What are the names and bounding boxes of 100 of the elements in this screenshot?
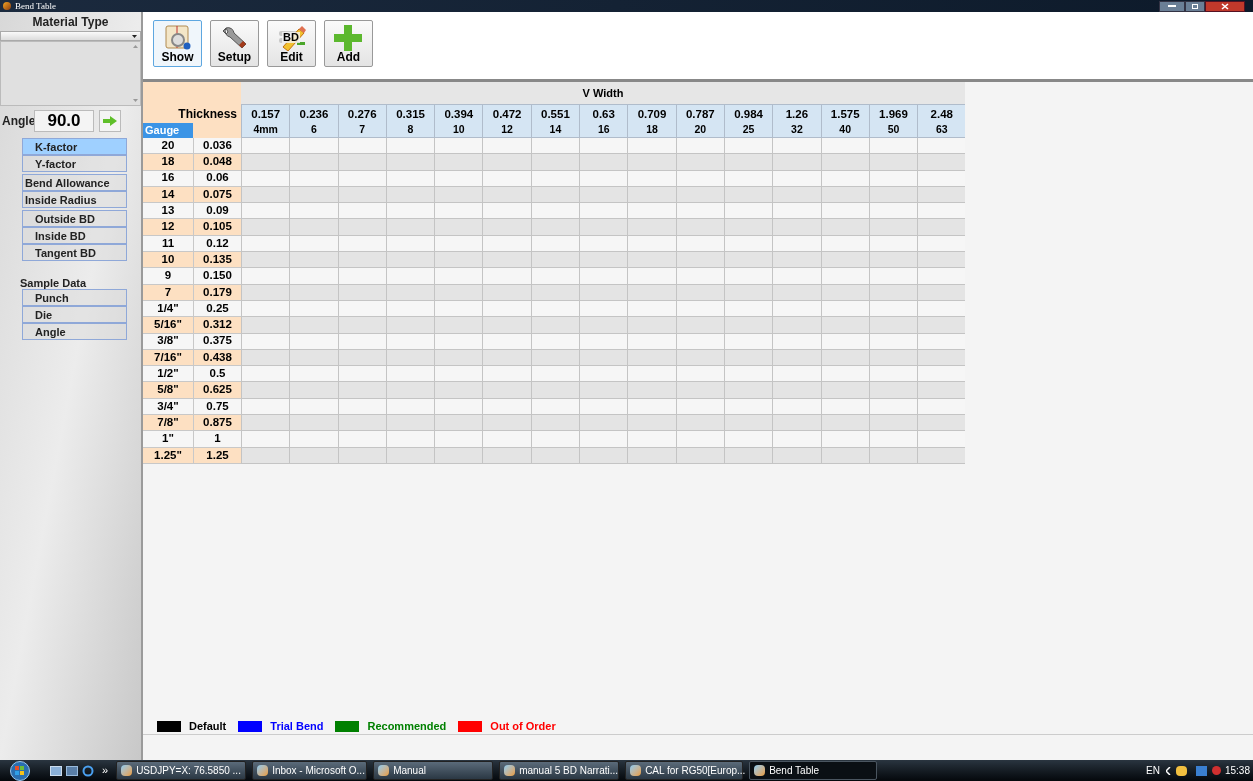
column-header: 63: [917, 123, 966, 138]
column-header: 1.575: [820, 104, 869, 123]
toolbar-button[interactable]: Setup: [210, 20, 259, 67]
thickness-cell: 0.625: [193, 382, 241, 399]
angle-field[interactable]: 90.0: [34, 110, 94, 132]
table-cell: [868, 268, 918, 285]
table-cell: [820, 252, 869, 269]
toolbar-button[interactable]: Add: [324, 20, 373, 67]
table-cell: [627, 138, 676, 155]
taskbar-button[interactable]: manual 5 BD Narrati...: [499, 761, 620, 780]
toolbar-button[interactable]: BD Edit: [267, 20, 316, 67]
table-cell: [627, 382, 676, 399]
table-cell: [434, 317, 483, 334]
table-cell: [723, 138, 773, 155]
gauge-cell: 5/16": [143, 317, 193, 334]
table-cell: [772, 382, 821, 399]
taskbar-button[interactable]: CAL for RG50[Europ...: [625, 761, 744, 780]
table-cell: [482, 382, 531, 399]
taskbar-button[interactable]: USDJPY=X: 76.5850 ...: [116, 761, 247, 780]
table-cell: [772, 317, 821, 334]
desktop-icon[interactable]: [50, 765, 62, 776]
table-cell: [289, 268, 338, 285]
volume-icon[interactable]: [1211, 766, 1221, 775]
language-indicator[interactable]: EN: [1146, 763, 1160, 778]
sidebar-button[interactable]: K-factor: [22, 138, 127, 155]
maximize-icon[interactable]: [1185, 0, 1205, 12]
table-cell: [530, 366, 580, 383]
sidebar-button[interactable]: Die: [22, 306, 127, 323]
network-icon[interactable]: [1195, 765, 1207, 776]
sidebar-button[interactable]: Outside BD: [22, 210, 127, 227]
table-cell: [337, 415, 386, 432]
table-cell: [820, 431, 869, 448]
chevron-left-icon[interactable]: [1165, 766, 1171, 775]
table-cell: [241, 203, 290, 220]
sidebar-button[interactable]: Inside BD: [22, 227, 127, 244]
column-header: 0.236: [289, 104, 338, 123]
table-cell: [579, 219, 628, 236]
sidebar-button[interactable]: Bend Allowance: [22, 174, 127, 191]
window-switch-icon[interactable]: [66, 765, 78, 776]
thickness-cell: 1: [193, 431, 241, 448]
material-type-label: Material Type: [31, 14, 110, 30]
sidebar-button[interactable]: Angle: [22, 323, 127, 340]
table-cell: [675, 366, 724, 383]
thickness-cell: 0.5: [193, 366, 241, 383]
table-cell: [820, 138, 869, 155]
table-cell: [530, 268, 580, 285]
table-cell: [723, 317, 773, 334]
app-icon: [121, 765, 133, 776]
app-icon: [504, 765, 516, 776]
table-cell: [675, 415, 724, 432]
taskbar-button[interactable]: Manual: [373, 761, 494, 780]
sidebar-button[interactable]: Inside Radius: [22, 191, 127, 208]
browser-icon[interactable]: [82, 764, 94, 777]
gauge-cell: 9: [143, 268, 193, 285]
book-magnifier-icon: [163, 25, 193, 51]
overflow-chevron[interactable]: »: [98, 762, 113, 779]
table-cell: [868, 203, 918, 220]
table-cell: [337, 268, 386, 285]
close-icon[interactable]: [1205, 0, 1245, 12]
table-cell: [675, 382, 724, 399]
table-cell: [337, 138, 386, 155]
table-cell: [579, 138, 628, 155]
column-header: 32: [772, 123, 821, 138]
table-cell: [289, 366, 338, 383]
header-cell: [193, 123, 241, 138]
taskbar-button[interactable]: Inbox - Microsoft O...: [252, 761, 368, 780]
sidebar-button[interactable]: Punch: [22, 289, 127, 306]
column-header: Gauge: [143, 123, 193, 138]
sidebar-button[interactable]: Tangent BD: [22, 244, 127, 261]
sidebar-button[interactable]: Y-factor: [22, 155, 127, 172]
table-cell: [337, 431, 386, 448]
thickness-cell: 0.09: [193, 203, 241, 220]
minimize-icon[interactable]: [1159, 0, 1185, 12]
table-cell: [241, 138, 290, 155]
table-cell: [530, 415, 580, 432]
thickness-cell: 0.105: [193, 219, 241, 236]
table-cell: [530, 203, 580, 220]
table-cell: [723, 252, 773, 269]
column-header: 18: [627, 123, 676, 138]
table-cell: [868, 252, 918, 269]
column-header: 8: [385, 123, 435, 138]
column-header: 50: [868, 123, 918, 138]
dropdown-arrow-icon: [132, 34, 137, 38]
table-cell: [772, 431, 821, 448]
taskbar-button[interactable]: Bend Table: [749, 761, 878, 780]
table-cell: [723, 203, 773, 220]
window-title: Bend Table: [15, 1, 56, 11]
column-header: 2.48: [917, 104, 966, 123]
table-cell: [482, 268, 531, 285]
table-cell: [917, 366, 966, 383]
table-cell: [579, 252, 628, 269]
table-cell: [482, 219, 531, 236]
table-cell: [289, 154, 338, 171]
table-cell: [820, 366, 869, 383]
tray-app-icon[interactable]: [1175, 765, 1187, 776]
clock[interactable]: 15:38: [1224, 763, 1250, 778]
toolbar-button[interactable]: Show: [153, 20, 202, 67]
gauge-cell: 7/8": [143, 415, 193, 432]
gauge-cell: 12: [143, 219, 193, 236]
table-cell: [723, 382, 773, 399]
